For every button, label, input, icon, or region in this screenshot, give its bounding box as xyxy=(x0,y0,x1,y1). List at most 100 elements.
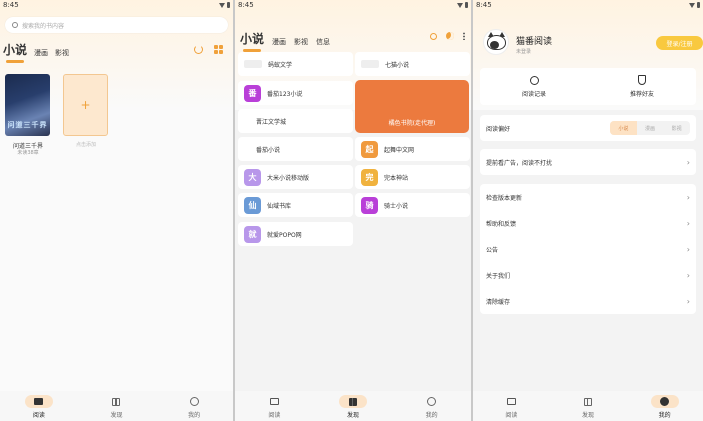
category-tabs: 小说 漫画 影视 信息 xyxy=(240,30,330,52)
bookshelf-screen: 8:45 搜索我的书内容 小说 漫画 影视 问道三千界 问道三千界 未读38章 … xyxy=(0,0,233,421)
search-placeholder: 搜索我的书内容 xyxy=(22,22,65,30)
tab-info[interactable]: 信息 xyxy=(316,37,330,47)
tab-novel[interactable]: 小说 xyxy=(3,41,27,63)
grid-view-icon[interactable] xyxy=(214,45,223,54)
site-logo-icon: 就 xyxy=(244,225,261,243)
featured-site-label: 橘色书院(走代理) xyxy=(388,120,436,127)
nav-label: 阅读 xyxy=(268,412,281,419)
menu-clear-cache[interactable]: 清除缓存 › xyxy=(480,288,696,314)
profile-icon xyxy=(427,397,437,406)
cat-logo-icon xyxy=(487,35,506,50)
site-logo-icon: 大 xyxy=(244,168,261,186)
book-progress: 未读38章 xyxy=(17,150,39,156)
tab-video[interactable]: 影视 xyxy=(294,37,308,47)
login-status: 未登录 xyxy=(516,49,532,55)
site-name: 仙域书库 xyxy=(267,202,292,210)
night-mode-icon[interactable] xyxy=(446,32,454,40)
add-book-label: 点击添加 xyxy=(75,142,96,148)
status-time: 8:45 xyxy=(476,1,492,9)
tab-comic[interactable]: 漫画 xyxy=(272,37,286,47)
menu-label: 关于我们 xyxy=(486,272,511,280)
site-item[interactable]: 蚂蚁文学 xyxy=(238,52,353,76)
preference-option-comic[interactable]: 漫画 xyxy=(637,121,664,135)
site-logo-icon: 完 xyxy=(361,168,378,186)
wifi-icon xyxy=(689,2,695,8)
site-item[interactable]: 就就爱POPO网 xyxy=(238,222,353,246)
preference-option-novel[interactable]: 小说 xyxy=(610,121,637,135)
profile-screen: 8:45 猫番阅读 未登录 登录/注册 阅读记录 推荐好友 阅读偏好 小说 漫画… xyxy=(473,0,703,421)
reading-history-button[interactable]: 阅读记录 xyxy=(480,68,588,105)
quick-label: 阅读记录 xyxy=(521,90,546,98)
nav-label: 阅读 xyxy=(505,412,518,419)
site-item[interactable]: 骑骑士小说 xyxy=(355,193,470,217)
site-logo-icon: 仙 xyxy=(244,196,261,214)
site-item[interactable]: 晋江文学城 xyxy=(238,109,353,133)
book-cover[interactable]: 问道三千界 xyxy=(5,74,50,136)
menu-label: 帮助和反馈 xyxy=(486,220,517,228)
nav-label: 发现 xyxy=(110,412,123,419)
status-icons xyxy=(689,1,700,9)
chevron-right-icon: › xyxy=(686,270,690,280)
recommend-friend-button[interactable]: 推荐好友 xyxy=(588,68,696,105)
site-item[interactable]: 番茄小说 xyxy=(238,137,353,161)
nav-read[interactable]: 阅读 xyxy=(14,395,64,419)
nav-label: 我的 xyxy=(425,412,438,419)
tab-novel[interactable]: 小说 xyxy=(240,30,264,52)
battery-icon xyxy=(465,2,468,8)
site-item[interactable]: 完完本神站 xyxy=(355,165,470,189)
chevron-right-icon: › xyxy=(686,192,690,202)
site-item[interactable]: 大大米小说移动版 xyxy=(238,165,353,189)
nav-discover[interactable]: 发现 xyxy=(563,395,613,419)
site-name: 骑士小说 xyxy=(384,202,409,210)
avatar[interactable] xyxy=(483,29,509,55)
nav-mine[interactable]: 我的 xyxy=(640,395,690,419)
menu-label: 公告 xyxy=(486,246,499,254)
nav-read[interactable]: 阅读 xyxy=(486,395,536,419)
search-input[interactable]: 搜索我的书内容 xyxy=(5,17,228,33)
chevron-right-icon: › xyxy=(686,296,690,306)
status-bar: 8:45 xyxy=(235,0,471,10)
preference-option-video[interactable]: 影视 xyxy=(663,121,690,135)
nav-mine[interactable]: 我的 xyxy=(169,395,219,419)
site-item[interactable]: 七猫小说 xyxy=(355,52,470,76)
battery-icon xyxy=(227,2,230,8)
tab-video[interactable]: 影视 xyxy=(55,48,69,58)
site-name: 大米小说移动版 xyxy=(267,174,310,182)
add-book-button[interactable]: + xyxy=(63,74,108,136)
nav-discover[interactable]: 发现 xyxy=(91,395,141,419)
tab-comic[interactable]: 漫画 xyxy=(34,48,48,58)
status-bar: 8:45 xyxy=(473,0,703,10)
status-time: 8:45 xyxy=(3,1,19,9)
menu-label: 清除缓存 xyxy=(486,298,511,306)
site-item[interactable]: 仙仙域书库 xyxy=(238,193,353,217)
clock-icon xyxy=(529,75,539,85)
nav-mine[interactable]: 我的 xyxy=(407,395,457,419)
featured-site-card[interactable]: 橘色书院(走代理) xyxy=(355,80,469,133)
nav-discover[interactable]: 发现 xyxy=(328,395,378,419)
nav-label: 我的 xyxy=(658,412,671,419)
status-icons xyxy=(219,1,230,9)
profile-icon xyxy=(660,397,670,406)
status-icons xyxy=(457,1,468,9)
login-button[interactable]: 登录/注册 xyxy=(656,36,703,50)
bottom-nav: 阅读 发现 我的 xyxy=(473,391,703,421)
site-item[interactable]: 番番茄123小说 xyxy=(238,81,353,105)
nav-read[interactable]: 阅读 xyxy=(249,395,299,419)
nav-label: 发现 xyxy=(581,412,594,419)
chevron-right-icon: › xyxy=(686,157,690,167)
book-cover-title: 问道三千界 xyxy=(7,121,48,129)
site-item[interactable]: 起起舞中文网 xyxy=(355,137,470,161)
menu-announcement[interactable]: 公告 › xyxy=(480,236,696,262)
discover-screen: 8:45 小说 漫画 影视 信息 蚂蚁文学番番茄123小说 晋江文学城番茄小说大大… xyxy=(235,0,471,421)
site-name: 完本神站 xyxy=(384,174,409,182)
ad-setting-row[interactable]: 提前看广告，阅读不打扰 › xyxy=(480,149,696,175)
search-icon[interactable] xyxy=(430,32,437,40)
plus-icon: + xyxy=(80,98,91,112)
menu-help-feedback[interactable]: 帮助和反馈 › xyxy=(480,210,696,236)
menu-check-update[interactable]: 检查版本更新 › xyxy=(480,184,696,210)
menu-about-us[interactable]: 关于我们 › xyxy=(480,262,696,288)
preference-label: 阅读偏好 xyxy=(486,125,511,133)
refresh-icon[interactable] xyxy=(194,45,203,54)
more-icon[interactable] xyxy=(463,32,465,40)
status-bar: 8:45 xyxy=(0,0,233,10)
